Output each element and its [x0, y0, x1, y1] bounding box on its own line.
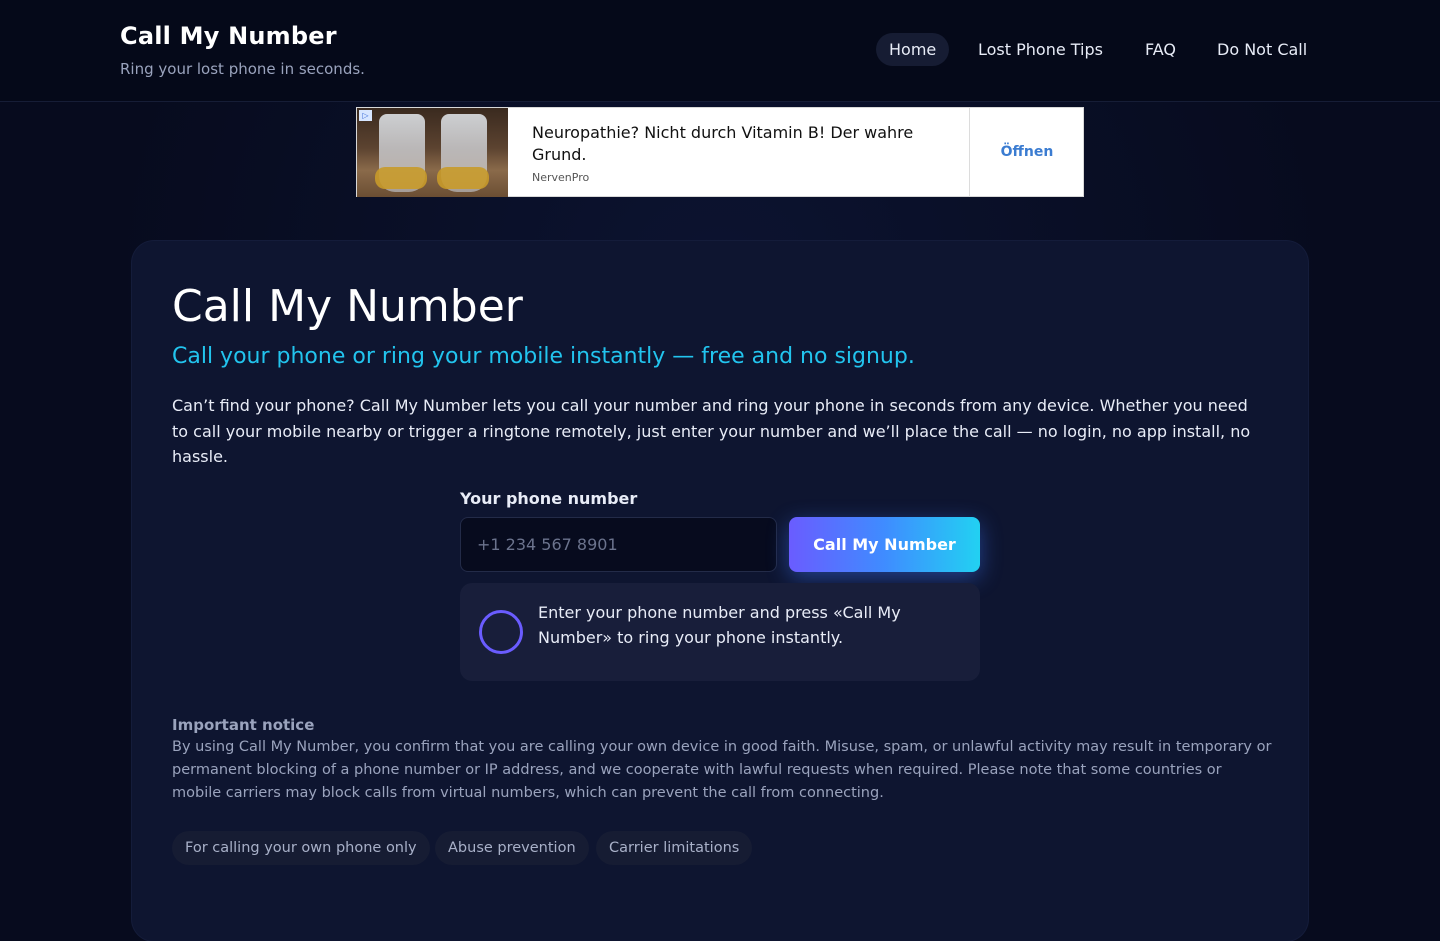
ad-headline[interactable]: Neuropathie? Nicht durch Vitamin B! Der … — [532, 122, 932, 166]
notice-body: By using Call My Number, you confirm tha… — [172, 739, 1272, 801]
call-my-number-button[interactable]: Call My Number — [789, 517, 980, 572]
ad-banner[interactable]: ▷ Neuropathie? Nicht durch Vitamin B! De… — [356, 107, 1084, 197]
ad-source: NervenPro — [532, 171, 590, 184]
nav-item-do-not-call[interactable]: Do Not Call — [1204, 33, 1320, 66]
notice-title: Important notice — [172, 716, 315, 734]
nav-item-home[interactable]: Home — [876, 33, 950, 66]
chip-carrier-limitations: Carrier limitations — [596, 831, 753, 865]
page-subtitle: Call your phone or ring your mobile inst… — [172, 344, 915, 369]
phone-number-input[interactable] — [460, 517, 777, 572]
chip-own-phone-only: For calling your own phone only — [172, 831, 430, 865]
page-title: Call My Number — [172, 281, 523, 332]
intro-text: Can’t find your phone? Call My Number le… — [172, 396, 1251, 466]
phone-number-label: Your phone number — [460, 489, 638, 508]
info-chips: For calling your own phone only Abuse pr… — [172, 831, 872, 865]
chip-abuse-prevention: Abuse prevention — [435, 831, 589, 865]
nav-item-faq[interactable]: FAQ — [1132, 33, 1189, 66]
site-header: Call My Number Ring your lost phone in s… — [0, 0, 1440, 102]
status-panel: Enter your phone number and press «Call … — [460, 583, 980, 681]
ad-image[interactable]: ▷ — [357, 108, 508, 197]
ad-open-button[interactable]: Öffnen — [970, 108, 1084, 197]
status-message: Enter your phone number and press «Call … — [538, 603, 901, 647]
loading-spinner-icon — [479, 610, 523, 654]
main-nav: Home Lost Phone Tips FAQ Do Not Call — [0, 33, 1440, 67]
ad-choices-icon[interactable]: ▷ — [359, 110, 372, 121]
nav-item-lost-phone-tips[interactable]: Lost Phone Tips — [965, 33, 1116, 66]
main-card: Call My Number Call your phone or ring y… — [132, 241, 1308, 941]
